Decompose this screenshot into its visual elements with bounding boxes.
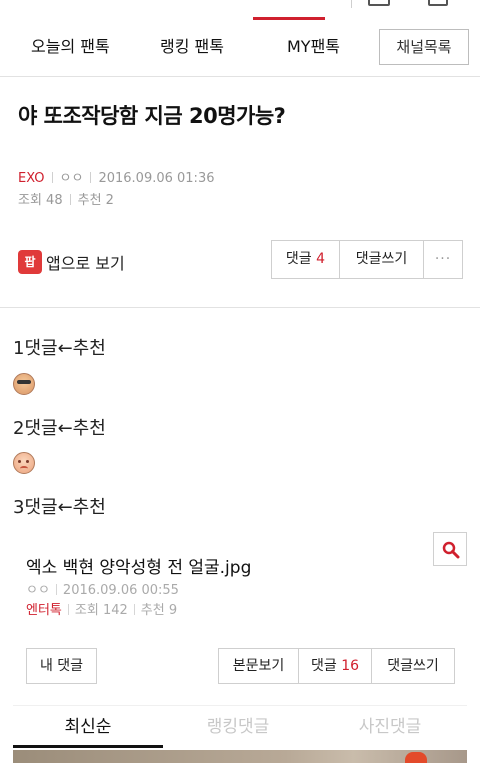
comments-button[interactable]: 댓글 4 bbox=[272, 241, 340, 278]
search-button[interactable] bbox=[433, 532, 467, 566]
tab-ranking-comments[interactable]: 랭킹댓글 bbox=[163, 706, 313, 748]
related-post-stats: 엔터톡 조회 142 추천 9 bbox=[26, 599, 177, 618]
content-line: 3댓글←추천 bbox=[13, 497, 106, 518]
my-comments-button[interactable]: 내 댓글 bbox=[26, 648, 97, 684]
post-category[interactable]: EXO bbox=[18, 171, 45, 186]
app-logo-icon: 팝 bbox=[18, 250, 42, 274]
main-nav: 오늘의 팬톡 랭킹 팬톡 MY팬톡 채널목록 bbox=[0, 20, 480, 77]
channel-list-button[interactable]: 채널목록 bbox=[379, 29, 469, 65]
related-post-card[interactable]: 엑소 백현 양악성형 전 얼굴.jpg ㅇㅇ 2016.09.06 00:55 엔… bbox=[12, 522, 468, 630]
menu-icon[interactable] bbox=[368, 0, 390, 6]
related-post-recommend: 추천 9 bbox=[140, 603, 178, 618]
app-view-link[interactable]: 팝 앱으로 보기 bbox=[18, 249, 125, 275]
post-meta: EXO ㅇㅇ 2016.09.06 01:36 bbox=[18, 167, 214, 186]
related-post-category[interactable]: 엔터톡 bbox=[26, 603, 62, 618]
related-post-datetime: 2016.09.06 00:55 bbox=[62, 583, 179, 598]
post-action-group: 댓글 4 댓글쓰기 ··· bbox=[271, 240, 463, 279]
search-icon bbox=[442, 541, 460, 559]
photo-banner bbox=[13, 750, 467, 763]
sad-face-emoji-icon bbox=[13, 452, 35, 474]
related-post-title[interactable]: 엑소 백현 양악성형 전 얼굴.jpg bbox=[26, 553, 251, 578]
divider bbox=[69, 194, 71, 205]
tab-today-pantalk[interactable]: 오늘의 팬톡 bbox=[31, 20, 110, 76]
tab-my-pantalk[interactable]: MY팬톡 bbox=[287, 20, 340, 76]
post-datetime: 2016.09.06 01:36 bbox=[98, 171, 215, 186]
comments-label: 댓글 bbox=[310, 658, 337, 674]
divider bbox=[51, 172, 53, 183]
content-divider bbox=[0, 307, 480, 308]
more-button[interactable]: ··· bbox=[424, 241, 462, 278]
related-post-meta: ㅇㅇ 2016.09.06 00:55 bbox=[26, 579, 179, 598]
comments-count: 4 bbox=[316, 251, 326, 267]
share-icon[interactable] bbox=[428, 0, 448, 6]
comments-button[interactable]: 댓글 16 bbox=[299, 649, 372, 683]
content-line: 2댓글←추천 bbox=[13, 418, 106, 439]
bottom-action-group: 본문보기 댓글 16 댓글쓰기 bbox=[218, 648, 455, 684]
comment-tabs: 최신순 랭킹댓글 사진댓글 bbox=[13, 705, 467, 748]
related-post-views: 조회 142 bbox=[74, 603, 128, 618]
tab-photo-comments[interactable]: 사진댓글 bbox=[313, 706, 467, 748]
sunglasses-emoji-icon bbox=[13, 373, 35, 395]
post-title: 야 또조작당함 지금 20명가능? bbox=[18, 104, 286, 128]
divider bbox=[55, 584, 57, 595]
app-view-label: 앱으로 보기 bbox=[46, 254, 125, 273]
divider bbox=[133, 604, 135, 615]
divider bbox=[351, 0, 352, 8]
tab-latest[interactable]: 최신순 bbox=[13, 706, 163, 748]
top-strip bbox=[0, 0, 480, 20]
comments-count: 16 bbox=[341, 658, 360, 674]
divider bbox=[90, 172, 92, 183]
related-post-author: ㅇㅇ bbox=[26, 583, 50, 598]
post-views: 조회 48 bbox=[18, 193, 63, 208]
write-comment-button[interactable]: 댓글쓰기 bbox=[340, 241, 424, 278]
content-line: 1댓글←추천 bbox=[13, 338, 106, 359]
view-body-button[interactable]: 본문보기 bbox=[219, 649, 299, 683]
comments-label: 댓글 bbox=[285, 251, 312, 267]
post-author: ㅇㅇ bbox=[59, 171, 84, 186]
write-comment-button[interactable]: 댓글쓰기 bbox=[372, 649, 454, 683]
divider bbox=[67, 604, 69, 615]
post-stats: 조회 48 추천 2 bbox=[18, 189, 114, 208]
post-recommend: 추천 2 bbox=[77, 193, 114, 208]
tab-ranking-pantalk[interactable]: 랭킹 팬톡 bbox=[160, 20, 224, 76]
